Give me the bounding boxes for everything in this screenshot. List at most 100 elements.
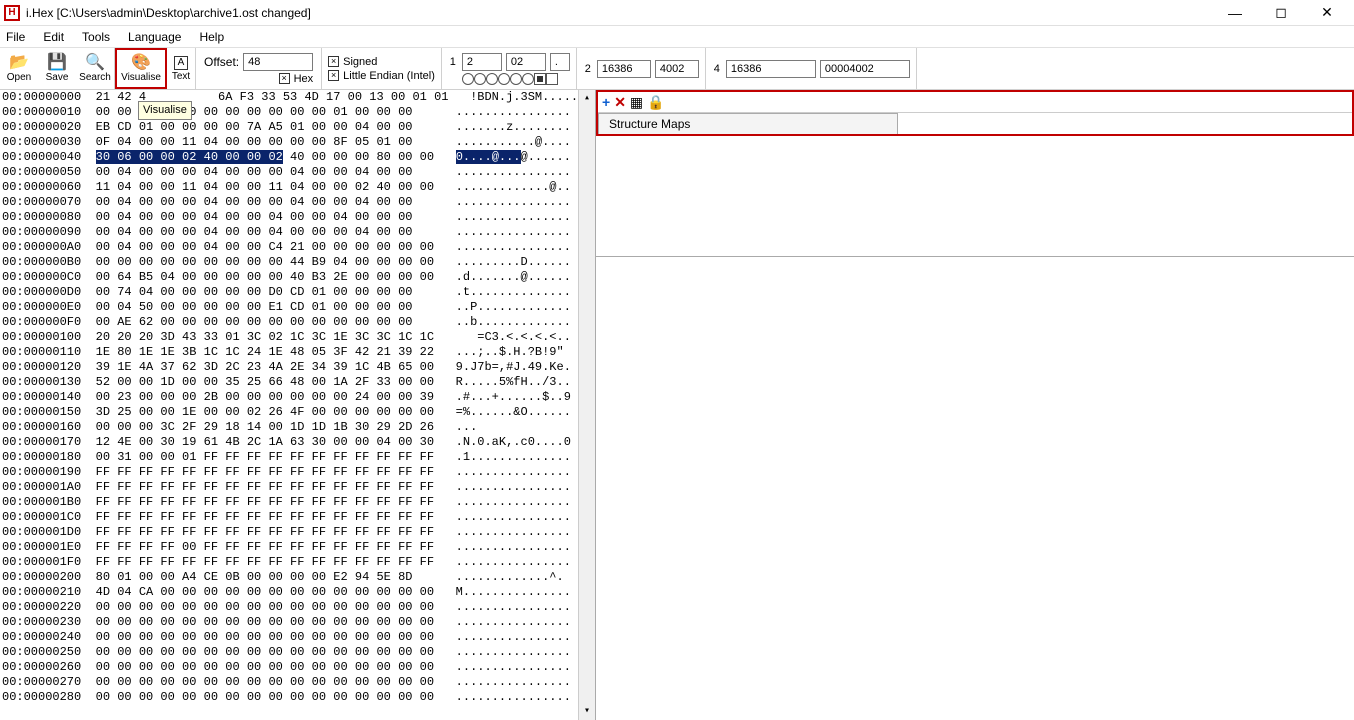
value2-hex-input[interactable] bbox=[655, 60, 699, 78]
hex-row[interactable]: 00:00000240 00 00 00 00 00 00 00 00 00 0… bbox=[0, 630, 595, 645]
visualise-tooltip: Visualise bbox=[138, 101, 192, 120]
hex-row[interactable]: 00:00000120 39 1E 4A 37 62 3D 2C 23 4A 2… bbox=[0, 360, 595, 375]
hex-row[interactable]: 00:00000140 00 23 00 00 00 2B 00 00 00 0… bbox=[0, 390, 595, 405]
hex-row[interactable]: 00:00000230 00 00 00 00 00 00 00 00 00 0… bbox=[0, 615, 595, 630]
search-icon: 🔍 bbox=[85, 55, 105, 71]
hex-row[interactable]: 00:000000C0 00 64 B5 04 00 00 00 00 00 4… bbox=[0, 270, 595, 285]
search-label: Search bbox=[79, 72, 111, 83]
value2-dec-input[interactable] bbox=[597, 60, 651, 78]
value1-label: 1 bbox=[448, 56, 458, 68]
menu-file[interactable]: File bbox=[6, 30, 25, 44]
structure-panel-header: + ✕ ▦ 🔒 Structure Maps bbox=[596, 90, 1354, 136]
hex-row[interactable]: 00:00000150 3D 25 00 00 1E 00 00 02 26 4… bbox=[0, 405, 595, 420]
main-area: Visualise ▴ ▾ 00:00000000 21 42 4 6A F3 … bbox=[0, 90, 1354, 720]
structure-add-icon[interactable]: + bbox=[602, 95, 610, 109]
signed-checkbox-label: Signed bbox=[343, 56, 377, 68]
value1-hex-input[interactable] bbox=[506, 53, 546, 71]
hex-row[interactable]: 00:00000040 30 06 00 00 02 40 00 00 02 4… bbox=[0, 150, 595, 165]
hex-row[interactable]: 00:000001C0 FF FF FF FF FF FF FF FF FF F… bbox=[0, 510, 595, 525]
structure-toolbar: + ✕ ▦ 🔒 bbox=[598, 92, 1352, 112]
maximize-button[interactable]: ◻ bbox=[1258, 0, 1304, 26]
search-button[interactable]: 🔍 Search bbox=[76, 48, 114, 89]
byte-width-radios-1[interactable] bbox=[462, 73, 570, 85]
hex-row[interactable]: 00:000000D0 00 74 04 00 00 00 00 00 D0 C… bbox=[0, 285, 595, 300]
menu-bar: File Edit Tools Language Help bbox=[0, 26, 1354, 48]
hex-row[interactable]: 00:00000070 00 04 00 00 00 04 00 00 00 0… bbox=[0, 195, 595, 210]
hex-row[interactable]: 00:00000210 4D 04 CA 00 00 00 00 00 00 0… bbox=[0, 585, 595, 600]
hex-row[interactable]: 00:000001D0 FF FF FF FF FF FF FF FF FF F… bbox=[0, 525, 595, 540]
structure-grid-icon[interactable]: ▦ bbox=[630, 95, 643, 109]
structure-maps-tab[interactable]: Structure Maps bbox=[598, 113, 898, 134]
hex-row[interactable]: 00:00000280 00 00 00 00 00 00 00 00 00 0… bbox=[0, 690, 595, 705]
value2-label: 2 bbox=[583, 63, 593, 75]
hex-row[interactable]: 00:00000080 00 04 00 00 00 04 00 00 04 0… bbox=[0, 210, 595, 225]
value1-char-input[interactable] bbox=[550, 53, 570, 71]
menu-help[interactable]: Help bbox=[199, 30, 224, 44]
hex-row[interactable]: 00:000001A0 FF FF FF FF FF FF FF FF FF F… bbox=[0, 480, 595, 495]
hex-row[interactable]: 00:00000030 0F 04 00 00 11 04 00 00 00 0… bbox=[0, 135, 595, 150]
hex-row[interactable]: 00:00000010 00 00 00 00 00 00 00 00 00 0… bbox=[0, 105, 595, 120]
hex-row[interactable]: 00:000001F0 FF FF FF FF FF FF FF FF FF F… bbox=[0, 555, 595, 570]
hex-checkbox[interactable]: ×Hex bbox=[279, 73, 314, 85]
save-button[interactable]: 💾 Save bbox=[38, 48, 76, 89]
hex-row[interactable]: 00:00000220 00 00 00 00 00 00 00 00 00 0… bbox=[0, 600, 595, 615]
structure-delete-icon[interactable]: ✕ bbox=[614, 95, 626, 109]
title-bar: H i.Hex [C:\Users\admin\Desktop\archive1… bbox=[0, 0, 1354, 26]
hex-row[interactable]: 00:000000B0 00 00 00 00 00 00 00 00 00 4… bbox=[0, 255, 595, 270]
hex-row[interactable]: 00:00000260 00 00 00 00 00 00 00 00 00 0… bbox=[0, 660, 595, 675]
menu-edit[interactable]: Edit bbox=[43, 30, 64, 44]
open-label: Open bbox=[7, 72, 31, 83]
hex-row[interactable]: 00:00000020 EB CD 01 00 00 00 00 7A A5 0… bbox=[0, 120, 595, 135]
save-icon: 💾 bbox=[47, 55, 67, 71]
scroll-up-button[interactable]: ▴ bbox=[579, 90, 595, 107]
visualise-icon: 🎨 bbox=[131, 55, 151, 71]
app-icon: H bbox=[4, 5, 20, 21]
hex-row[interactable]: 00:00000200 80 01 00 00 A4 CE 0B 00 00 0… bbox=[0, 570, 595, 585]
minimize-button[interactable]: — bbox=[1212, 0, 1258, 26]
text-button[interactable]: A Text bbox=[167, 48, 195, 89]
hex-row[interactable]: 00:00000130 52 00 00 1D 00 00 35 25 66 4… bbox=[0, 375, 595, 390]
hex-row[interactable]: 00:00000100 20 20 20 3D 43 33 01 3C 02 1… bbox=[0, 330, 595, 345]
open-icon: 📂 bbox=[9, 55, 29, 71]
hex-row[interactable]: 00:000000E0 00 04 50 00 00 00 00 00 E1 C… bbox=[0, 300, 595, 315]
hex-row[interactable]: 00:00000060 11 04 00 00 11 04 00 00 11 0… bbox=[0, 180, 595, 195]
endian-checkbox-label: Little Endian (Intel) bbox=[343, 70, 435, 82]
hex-row[interactable]: 00:000000A0 00 04 00 00 00 04 00 00 C4 2… bbox=[0, 240, 595, 255]
hex-row[interactable]: 00:000001B0 FF FF FF FF FF FF FF FF FF F… bbox=[0, 495, 595, 510]
offset-label: Offset: bbox=[204, 55, 239, 69]
hex-row[interactable]: 00:00000090 00 04 00 00 00 04 00 00 04 0… bbox=[0, 225, 595, 240]
open-button[interactable]: 📂 Open bbox=[0, 48, 38, 89]
window-title: i.Hex [C:\Users\admin\Desktop\archive1.o… bbox=[26, 6, 1212, 20]
signed-checkbox[interactable]: ×Signed bbox=[328, 56, 435, 68]
visualise-label: Visualise bbox=[121, 72, 161, 83]
hex-row[interactable]: 00:00000250 00 00 00 00 00 00 00 00 00 0… bbox=[0, 645, 595, 660]
hex-row[interactable]: 00:00000190 FF FF FF FF FF FF FF FF FF F… bbox=[0, 465, 595, 480]
value1-dec-input[interactable] bbox=[462, 53, 502, 71]
close-button[interactable]: ✕ bbox=[1304, 0, 1350, 26]
value4-dec-input[interactable] bbox=[726, 60, 816, 78]
hex-row[interactable]: 00:00000050 00 04 00 00 00 04 00 00 00 0… bbox=[0, 165, 595, 180]
menu-tools[interactable]: Tools bbox=[82, 30, 110, 44]
save-label: Save bbox=[46, 72, 69, 83]
structure-lock-icon[interactable]: 🔒 bbox=[647, 95, 664, 109]
hex-scrollbar[interactable]: ▴ ▾ bbox=[578, 90, 595, 720]
hex-pane[interactable]: Visualise ▴ ▾ 00:00000000 21 42 4 6A F3 … bbox=[0, 90, 595, 720]
hex-row[interactable]: 00:00000270 00 00 00 00 00 00 00 00 00 0… bbox=[0, 675, 595, 690]
endian-checkbox[interactable]: ×Little Endian (Intel) bbox=[328, 70, 435, 82]
hex-row[interactable]: 00:00000180 00 31 00 00 01 FF FF FF FF F… bbox=[0, 450, 595, 465]
text-label: Text bbox=[172, 71, 190, 82]
toolbar: 📂 Open 💾 Save 🔍 Search 🎨 Visualise A Tex… bbox=[0, 48, 1354, 90]
hex-row[interactable]: 00:000001E0 FF FF FF FF 00 FF FF FF FF F… bbox=[0, 540, 595, 555]
hex-row[interactable]: 00:00000160 00 00 00 3C 2F 29 18 14 00 1… bbox=[0, 420, 595, 435]
menu-language[interactable]: Language bbox=[128, 30, 181, 44]
hex-row[interactable]: 00:00000170 12 4E 00 30 19 61 4B 2C 1A 6… bbox=[0, 435, 595, 450]
offset-input[interactable] bbox=[243, 53, 313, 71]
visualise-button[interactable]: 🎨 Visualise bbox=[115, 48, 167, 89]
scroll-down-button[interactable]: ▾ bbox=[579, 703, 595, 720]
hex-row[interactable]: 00:00000000 21 42 4 6A F3 33 53 4D 17 00… bbox=[0, 90, 595, 105]
structure-body bbox=[596, 256, 1354, 720]
right-pane: + ✕ ▦ 🔒 Structure Maps bbox=[595, 90, 1354, 720]
value4-hex-input[interactable] bbox=[820, 60, 910, 78]
hex-row[interactable]: 00:000000F0 00 AE 62 00 00 00 00 00 00 0… bbox=[0, 315, 595, 330]
hex-row[interactable]: 00:00000110 1E 80 1E 1E 3B 1C 1C 24 1E 4… bbox=[0, 345, 595, 360]
